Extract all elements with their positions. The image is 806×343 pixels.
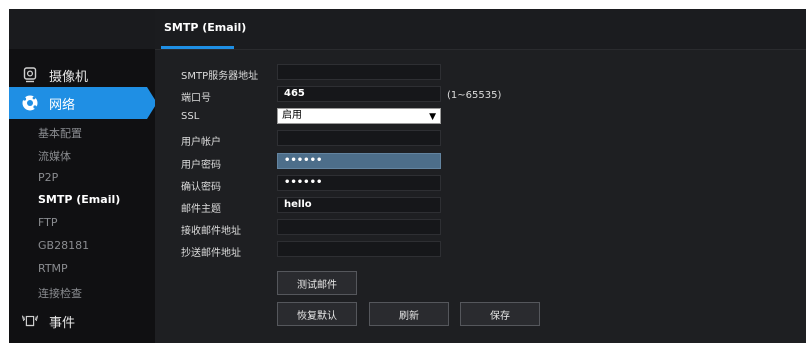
refresh-button[interactable]: 刷新 (369, 302, 449, 326)
tab-active-indicator (161, 46, 234, 49)
sidebar-item-network[interactable]: 网络 (9, 87, 157, 119)
subject-input[interactable]: hello (277, 197, 441, 213)
app-frame: 摄像机 网络 基本配置 流媒体 P2P SMTP (Email) FTP GB2… (9, 9, 806, 343)
event-icon (21, 312, 39, 330)
sidebar-subitem-smtp[interactable]: SMTP (Email) (38, 193, 120, 206)
port-input[interactable]: 465 (277, 86, 441, 102)
ssl-label: SSL (181, 111, 200, 122)
test-email-button[interactable]: 测试邮件 (277, 271, 357, 295)
password-label: 用户密码 (181, 160, 221, 171)
sidebar-subitem-basic[interactable]: 基本配置 (38, 125, 82, 141)
recipient-input[interactable] (277, 219, 441, 235)
confirm-password-input[interactable]: •••••• (277, 175, 441, 191)
ssl-select[interactable]: 启用 ▼ (277, 108, 441, 124)
port-label: 端口号 (181, 93, 211, 104)
recipient-label: 接收邮件地址 (181, 226, 241, 237)
sidebar-header (9, 9, 155, 49)
camera-icon (21, 66, 39, 84)
restore-default-button[interactable]: 恢复默认 (277, 302, 357, 326)
save-button[interactable]: 保存 (460, 302, 540, 326)
chevron-down-icon: ▼ (429, 112, 436, 122)
tab-smtp[interactable]: SMTP (Email) (164, 21, 246, 34)
network-icon (21, 94, 39, 112)
sidebar-item-camera-label: 摄像机 (49, 69, 89, 85)
subject-label: 邮件主题 (181, 204, 221, 215)
sidebar-item-event[interactable]: 事件 (9, 305, 155, 337)
user-account-input[interactable] (277, 130, 441, 146)
cc-input[interactable] (277, 241, 441, 257)
sidebar-subitem-p2p[interactable]: P2P (38, 171, 58, 184)
sidebar-item-event-label: 事件 (49, 315, 76, 331)
smtp-server-input[interactable] (277, 64, 441, 80)
sidebar-subitem-stream[interactable]: 流媒体 (38, 148, 71, 164)
tab-bar: SMTP (Email) (155, 9, 806, 50)
sidebar-subitem-connect-check[interactable]: 连接检查 (38, 285, 82, 301)
sidebar-subitem-ftp[interactable]: FTP (38, 216, 58, 229)
smtp-server-label: SMTP服务器地址 (181, 71, 259, 82)
cc-label: 抄送邮件地址 (181, 248, 241, 259)
confirm-password-label: 确认密码 (181, 182, 221, 193)
sidebar-subitem-gb28181[interactable]: GB28181 (38, 239, 89, 252)
port-range-hint: (1~65535) (447, 90, 502, 101)
sidebar: 摄像机 网络 基本配置 流媒体 P2P SMTP (Email) FTP GB2… (9, 9, 157, 343)
main-panel: SMTP (Email) SMTP服务器地址 端口号 465 (1~65535)… (155, 9, 806, 343)
ssl-selected-value: 启用 (282, 110, 302, 121)
user-account-label: 用户帐户 (181, 137, 221, 148)
password-input[interactable]: •••••• (277, 153, 441, 169)
sidebar-item-network-label: 网络 (49, 97, 76, 113)
sidebar-subitem-rtmp[interactable]: RTMP (38, 262, 68, 275)
